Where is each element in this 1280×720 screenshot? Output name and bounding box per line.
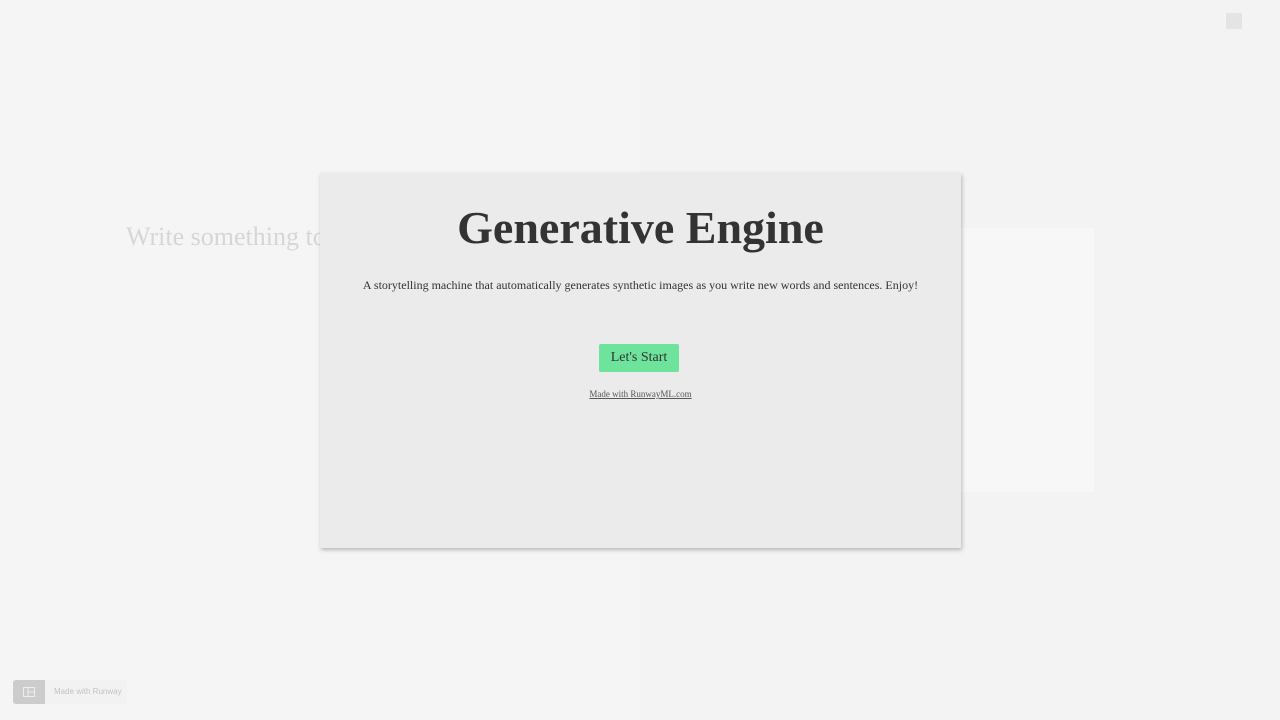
made-with-runway-badge[interactable]: Made with Runway [13, 680, 127, 704]
generated-image-frame [960, 228, 1094, 492]
intro-modal: Generative Engine A storytelling machine… [320, 173, 961, 548]
editor-placeholder[interactable]: Write something to g [126, 222, 345, 252]
single-view-icon[interactable] [1226, 13, 1242, 29]
modal-description: A storytelling machine that automaticall… [362, 278, 919, 292]
start-button[interactable]: Let's Start [599, 344, 679, 372]
badge-label: Made with Runway [54, 687, 122, 696]
runwayml-link[interactable]: Made with RunwayML.com [320, 389, 961, 399]
grid-view-icon[interactable] [1250, 13, 1267, 30]
runway-logo-icon [13, 680, 45, 704]
modal-title: Generative Engine [457, 202, 824, 253]
